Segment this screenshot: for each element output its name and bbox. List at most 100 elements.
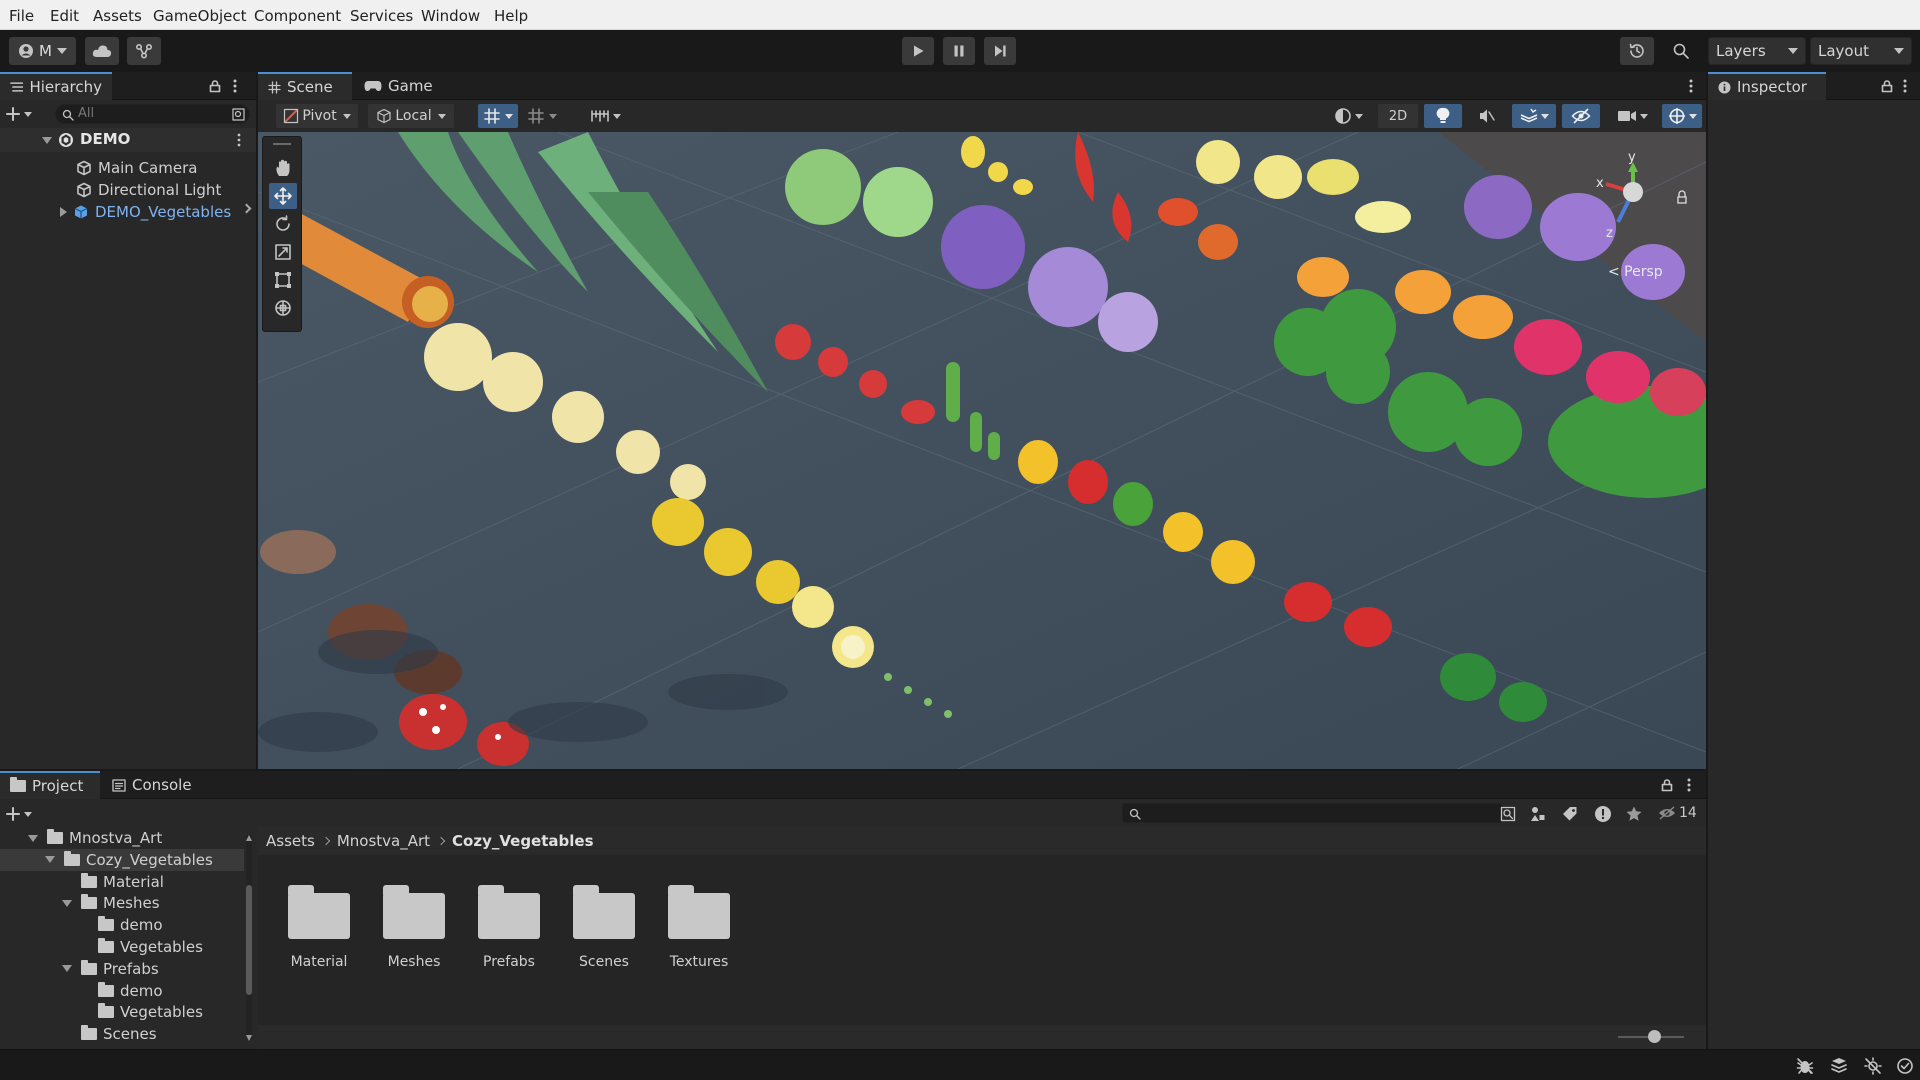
tree-item[interactable]: demo xyxy=(0,914,244,936)
breadcrumb-item-current[interactable]: Cozy_Vegetables xyxy=(452,832,593,850)
folder-item[interactable]: Textures xyxy=(668,875,758,985)
hierarchy-item-demo-vegetables[interactable]: DEMO_Vegetables xyxy=(60,201,231,223)
lighting-toggle[interactable] xyxy=(1424,104,1462,128)
scene-viewport[interactable]: y x z < Persp xyxy=(258,132,1706,769)
cloud-button[interactable] xyxy=(85,37,119,65)
hidden-packages-toggle[interactable]: 14 xyxy=(1658,805,1697,821)
more-options-icon[interactable] xyxy=(236,132,242,148)
tree-item[interactable]: demo xyxy=(0,980,244,1002)
folder-item[interactable]: Prefabs xyxy=(478,875,568,985)
zoom-slider-thumb[interactable] xyxy=(1648,1030,1662,1043)
menu-gameobject[interactable]: GameObject xyxy=(153,7,247,25)
expand-icon[interactable] xyxy=(60,207,67,217)
move-tool-button[interactable] xyxy=(269,183,297,209)
menu-edit[interactable]: Edit xyxy=(50,7,79,25)
gizmos-button[interactable] xyxy=(1662,104,1702,128)
tab-project[interactable]: Project xyxy=(0,771,100,799)
tree-item[interactable]: Prefabs xyxy=(0,958,244,980)
search-button[interactable] xyxy=(1664,37,1698,65)
menu-window[interactable]: Window xyxy=(421,7,480,25)
rect-tool-button[interactable] xyxy=(269,267,297,293)
more-options-icon[interactable] xyxy=(1686,777,1692,793)
progress-check-icon[interactable] xyxy=(1896,1057,1914,1075)
increment-snap-button[interactable] xyxy=(522,104,562,128)
debug-bug-icon[interactable] xyxy=(1796,1057,1814,1075)
transform-tool-button[interactable] xyxy=(269,295,297,321)
tree-item[interactable]: Material xyxy=(0,871,244,893)
tree-item[interactable]: Vegetables xyxy=(0,936,244,958)
menu-assets[interactable]: Assets xyxy=(93,7,142,25)
chevron-right-icon[interactable] xyxy=(241,203,252,214)
star-icon[interactable] xyxy=(1625,805,1643,823)
effects-toggle[interactable] xyxy=(1512,104,1556,128)
scroll-down-icon[interactable] xyxy=(246,1035,252,1041)
auto-generate-lighting-icon[interactable] xyxy=(1864,1057,1882,1075)
expand-icon[interactable] xyxy=(28,834,38,842)
camera-settings-button[interactable] xyxy=(1608,104,1656,128)
cache-server-icon[interactable] xyxy=(1830,1057,1848,1075)
lock-icon[interactable] xyxy=(208,79,222,93)
expand-icon[interactable] xyxy=(45,856,55,864)
ruler-button[interactable] xyxy=(584,104,626,128)
tab-inspector[interactable]: Inspector xyxy=(1708,72,1826,100)
layout-dropdown[interactable]: Layout xyxy=(1810,37,1912,65)
audio-toggle[interactable] xyxy=(1468,104,1506,128)
hierarchy-item-main-camera[interactable]: Main Camera xyxy=(76,157,197,179)
scene-row[interactable]: DEMO xyxy=(0,128,256,152)
space-dropdown[interactable]: Local xyxy=(368,104,454,128)
scale-tool-button[interactable] xyxy=(269,239,297,265)
hierarchy-search-input[interactable]: All xyxy=(55,104,250,124)
create-asset-button[interactable] xyxy=(6,805,40,823)
shading-mode-button[interactable] xyxy=(1326,104,1370,128)
tab-scene[interactable]: Scene xyxy=(258,72,352,100)
toggle-2d-button[interactable]: 2D xyxy=(1378,104,1418,128)
grid-snap-button[interactable] xyxy=(478,104,518,128)
menu-component[interactable]: Component xyxy=(254,7,341,25)
tab-hierarchy[interactable]: Hierarchy xyxy=(0,72,112,100)
create-button[interactable] xyxy=(6,105,40,123)
tree-item[interactable]: Vegetables xyxy=(0,1001,244,1023)
expand-icon[interactable] xyxy=(62,899,72,907)
menu-services[interactable]: Services xyxy=(350,7,413,25)
tree-item[interactable]: Mnostva_Art xyxy=(0,827,244,849)
hand-tool-button[interactable] xyxy=(269,155,297,181)
project-search-input[interactable] xyxy=(1122,803,1502,823)
more-options-icon[interactable] xyxy=(1902,78,1908,94)
scrollbar-thumb[interactable] xyxy=(246,885,252,995)
step-button[interactable] xyxy=(984,37,1016,65)
lock-icon[interactable] xyxy=(1880,79,1894,93)
undo-history-button[interactable] xyxy=(1620,37,1654,65)
tree-scrollbar-track[interactable] xyxy=(246,835,252,1041)
filter-by-type-icon[interactable] xyxy=(1530,806,1546,822)
play-button[interactable] xyxy=(902,37,934,65)
tab-game[interactable]: Game xyxy=(354,72,443,100)
folder-item[interactable]: Meshes xyxy=(383,875,473,985)
lock-icon[interactable] xyxy=(1660,778,1674,792)
menu-file[interactable]: File xyxy=(9,7,34,25)
more-options-icon[interactable] xyxy=(1688,78,1694,94)
tree-item[interactable]: Meshes xyxy=(0,892,244,914)
tab-console[interactable]: Console xyxy=(102,771,202,799)
tree-item[interactable]: Cozy_Vegetables xyxy=(0,848,244,871)
folder-item[interactable]: Scenes xyxy=(573,875,663,985)
warning-icon[interactable] xyxy=(1594,805,1612,823)
pivot-dropdown[interactable]: Pivot xyxy=(276,104,358,128)
breadcrumb-item-assets[interactable]: Assets xyxy=(266,832,315,850)
folder-item[interactable]: Material xyxy=(288,875,378,985)
tree-item[interactable]: Scenes xyxy=(0,1023,244,1045)
hierarchy-item-directional-light[interactable]: Directional Light xyxy=(76,179,221,201)
collab-button[interactable] xyxy=(127,37,161,65)
account-button[interactable]: M xyxy=(9,37,76,65)
search-by-type-icon[interactable] xyxy=(1500,806,1516,822)
layers-dropdown[interactable]: Layers xyxy=(1708,37,1806,65)
expand-icon[interactable] xyxy=(42,137,52,144)
projection-label[interactable]: < Persp xyxy=(1608,264,1663,280)
menu-help[interactable]: Help xyxy=(494,7,528,25)
scroll-up-icon[interactable] xyxy=(246,835,252,841)
search-by-type-icon[interactable] xyxy=(232,108,245,121)
pause-button[interactable] xyxy=(943,37,975,65)
expand-icon[interactable] xyxy=(62,965,72,973)
drag-handle[interactable] xyxy=(273,143,291,145)
label-tag-icon[interactable] xyxy=(1562,806,1578,822)
rotate-tool-button[interactable] xyxy=(269,211,297,237)
